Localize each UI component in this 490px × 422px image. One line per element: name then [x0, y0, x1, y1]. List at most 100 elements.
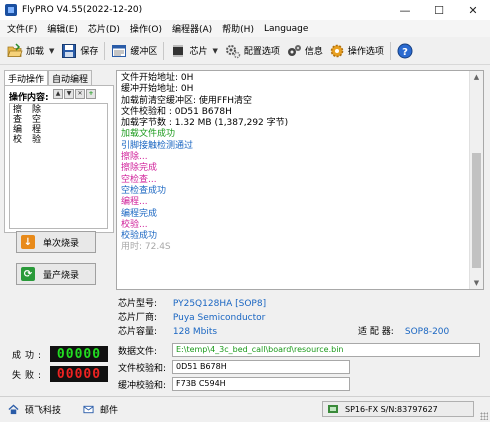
- move-up-icon[interactable]: ▲: [53, 89, 63, 99]
- config-gear-icon: [225, 43, 241, 59]
- mail-icon: [83, 405, 94, 414]
- chip-vendor-label: 芯片厂商:: [118, 313, 158, 323]
- maximize-button[interactable]: ☐: [422, 0, 456, 20]
- toolbar: 加载 ▼ 保存 缓冲区 芯片 ▼ 配置选项 信息 操作选项 ?: [0, 37, 490, 65]
- chip-icon: [170, 43, 186, 59]
- home-icon: [8, 404, 19, 415]
- menu-help[interactable]: 帮助(H): [217, 22, 259, 35]
- log-line: 文件开始地址: 0H: [121, 73, 194, 83]
- log-line: 空检查成功: [121, 185, 167, 196]
- success-label: 成功:: [12, 350, 46, 361]
- chip-info: 芯片型号: PY25Q128HA [SOP8] 芯片厂商: Puya Semic…: [116, 294, 484, 338]
- chip-capacity-label: 芯片容量:: [118, 327, 158, 337]
- tab-manual[interactable]: 手动操作: [4, 70, 49, 85]
- log-scrollbar[interactable]: ▲ ▼: [469, 71, 483, 289]
- menu-programmer[interactable]: 编程器(A): [167, 22, 217, 35]
- device-serial: SP16-FX S/N:83797627: [345, 404, 438, 414]
- download-arrow-icon: ↓: [21, 235, 35, 249]
- left-panel: 手动操作 自动编程 操作内容: ▲ ▼ ✕ + 擦除 查空 编程 校验 ↓ 单次…: [4, 70, 114, 388]
- info-label: 信息: [304, 47, 323, 57]
- scroll-up-icon[interactable]: ▲: [470, 71, 483, 83]
- log-line: 缓冲开始地址: 0H: [121, 84, 194, 95]
- tab-auto[interactable]: 自动编程: [48, 70, 93, 85]
- chip-button[interactable]: 芯片: [167, 40, 210, 62]
- fail-label: 失败:: [12, 370, 46, 381]
- chip-vendor-value: Puya Semiconductor: [172, 313, 266, 323]
- help-button[interactable]: ?: [394, 40, 419, 62]
- buffer-label: 缓冲区: [130, 47, 158, 57]
- data-file-field[interactable]: E:\temp\4_3c_bed_call\board\resource.bin: [172, 343, 480, 357]
- buffer-checksum-row: 缓冲校验和: F73B C594H: [118, 377, 350, 391]
- chip-model-label: 芯片型号:: [118, 299, 158, 309]
- adapter-row: 适 配 器: SOP8-200: [358, 324, 449, 337]
- info-button[interactable]: 信息: [283, 40, 326, 62]
- scroll-down-icon[interactable]: ▼: [470, 277, 483, 289]
- menu-edit[interactable]: 编辑(E): [42, 22, 83, 35]
- log-line: 擦除完成: [121, 163, 158, 174]
- single-burn-button[interactable]: ↓ 单次烧录: [16, 231, 96, 253]
- minimize-button[interactable]: —: [388, 0, 422, 20]
- fail-counter: 失败: 00000: [4, 366, 108, 382]
- operations-panel: 操作内容: ▲ ▼ ✕ + 擦除 查空 编程 校验: [4, 85, 114, 233]
- svg-text:?: ?: [402, 47, 408, 58]
- save-button[interactable]: 保存: [58, 40, 101, 62]
- adapter-value: SOP8-200: [404, 327, 450, 337]
- close-button[interactable]: ✕: [456, 0, 490, 20]
- programmer-device-icon: [328, 405, 338, 413]
- log-line: 校验...: [121, 219, 148, 230]
- operations-tools: ▲ ▼ ✕ +: [53, 89, 96, 99]
- list-item[interactable]: 校验: [13, 135, 104, 145]
- status-links: 硕飞科技 邮件: [8, 403, 140, 416]
- options-label: 操作选项: [347, 47, 384, 57]
- window-title: FlyPRO V4.55(2022-12-20): [22, 5, 143, 15]
- save-label: 保存: [80, 47, 99, 57]
- log-panel[interactable]: 文件开始地址: 0H 缓冲开始地址: 0H 加载前清空缓冲区: 使用FFH清空 文件校…: [116, 70, 484, 290]
- list-item[interactable]: 编程: [13, 125, 104, 135]
- file-checksum-row: 文件校验和: 0D51 B678H: [118, 360, 350, 374]
- menu-chip[interactable]: 芯片(D): [83, 22, 125, 35]
- move-down-icon[interactable]: ▼: [64, 89, 74, 99]
- config-button[interactable]: 配置选项: [222, 40, 283, 62]
- menu-file[interactable]: 文件(F): [2, 22, 42, 35]
- options-gear-icon: [329, 43, 345, 59]
- load-dropdown-icon[interactable]: ▼: [49, 47, 54, 55]
- buffer-window-icon: [111, 43, 127, 59]
- load-button[interactable]: 加载: [4, 40, 47, 62]
- batch-burn-label: 量产烧录: [43, 270, 80, 281]
- file-checksum-label: 文件校验和:: [118, 363, 167, 374]
- menu-operation[interactable]: 操作(O): [125, 22, 167, 35]
- add-icon[interactable]: +: [86, 89, 96, 99]
- mode-tabs: 手动操作 自动编程: [4, 70, 114, 85]
- repeat-icon: ⟳: [21, 267, 35, 281]
- data-file-label: 数据文件:: [118, 346, 158, 357]
- batch-burn-button[interactable]: ⟳ 量产烧录: [16, 263, 96, 285]
- log-line: 加载文件成功: [121, 129, 176, 140]
- title-bar: FlyPRO V4.55(2022-12-20) — ☐ ✕: [0, 0, 490, 20]
- log-line: 引脚接触检测通过: [121, 140, 194, 151]
- toolbar-separator: [389, 41, 391, 60]
- buffer-checksum-field: F73B C594H: [172, 377, 350, 391]
- chip-dropdown-icon[interactable]: ▼: [212, 47, 217, 55]
- log-line: 编程完成: [121, 208, 158, 219]
- load-label: 加载: [26, 47, 45, 57]
- info-gears-icon: [286, 43, 302, 59]
- buffer-button[interactable]: 缓冲区: [108, 40, 160, 62]
- delete-icon[interactable]: ✕: [75, 89, 85, 99]
- options-button[interactable]: 操作选项: [326, 40, 387, 62]
- list-item[interactable]: 擦除: [13, 105, 104, 115]
- menu-language[interactable]: Language: [259, 24, 313, 34]
- log-line: 空检查...: [121, 174, 157, 185]
- company-link[interactable]: 硕飞科技: [8, 403, 61, 416]
- mail-link[interactable]: 邮件: [83, 403, 118, 416]
- list-item[interactable]: 查空: [13, 115, 104, 125]
- log-line: 文件校验和 : 0D51 B678H: [121, 106, 232, 117]
- success-count: 00000: [50, 346, 108, 362]
- adapter-label: 适 配 器:: [358, 327, 394, 337]
- resize-grip[interactable]: [480, 412, 488, 420]
- config-label: 配置选项: [243, 47, 280, 57]
- scroll-thumb[interactable]: [472, 153, 481, 268]
- chip-capacity-value: 128 Mbits: [172, 327, 218, 337]
- toolbar-separator: [163, 41, 165, 60]
- log-line: 校验成功: [121, 231, 158, 242]
- operations-list[interactable]: 擦除 查空 编程 校验: [9, 103, 108, 229]
